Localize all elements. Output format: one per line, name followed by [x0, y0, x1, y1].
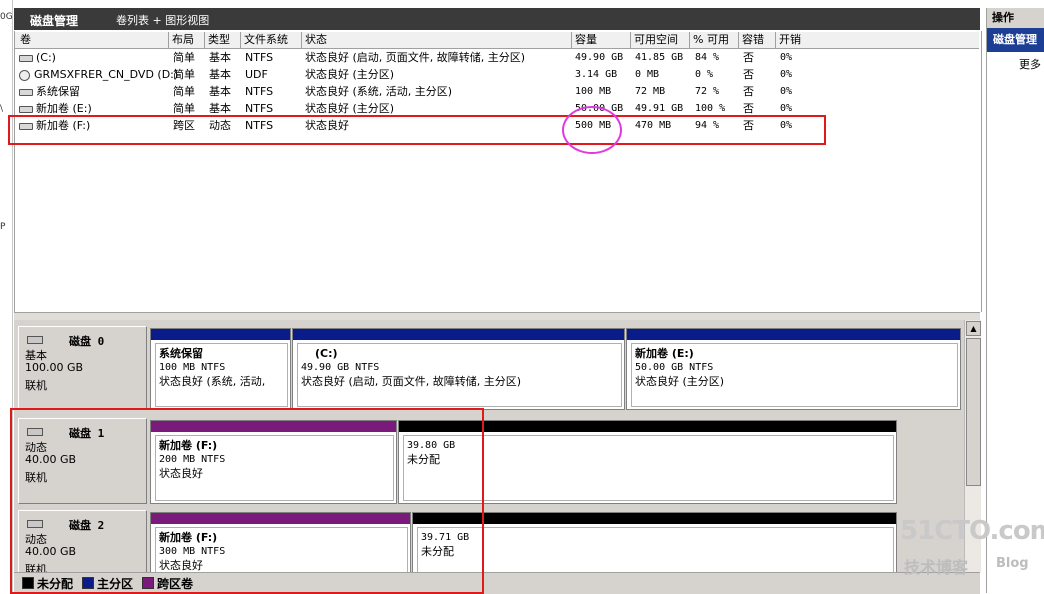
column-header-volume[interactable]: 卷 — [17, 32, 167, 48]
partition-size: 49.90 GB NTFS — [301, 362, 380, 373]
column-header-type[interactable]: 类型 — [204, 32, 238, 48]
volume-name-cell: GRMSXFRER_CN_DVD (D:) — [19, 66, 178, 83]
disk-name: 磁盘 0 — [69, 335, 105, 348]
disk-state: 联机 — [25, 379, 47, 392]
watermark-subtitle: 技术博客 — [904, 558, 969, 577]
scroll-thumb[interactable] — [966, 338, 981, 486]
volume-fault-cell: 否 — [743, 85, 754, 98]
highlight-box-disks — [10, 408, 484, 594]
watermark-blog: Blog — [996, 556, 1029, 571]
actions-selected-item[interactable]: 磁盘管理 — [987, 28, 1044, 52]
volume-name-cell: 系统保留 — [19, 83, 80, 100]
actions-pane: 操作 磁盘管理 更多 — [986, 8, 1044, 593]
volume-overhead-cell: 0% — [780, 52, 793, 63]
partition-title: (C:) — [315, 347, 338, 360]
partition-status: 状态良好 (系统, 活动, — [159, 375, 266, 388]
highlight-box-volume-f — [8, 115, 826, 145]
column-header-overhead[interactable]: 开销 — [775, 32, 979, 48]
volume-layout-cell: 简单 — [173, 51, 195, 64]
disk-icon — [27, 336, 43, 344]
volume-fs-cell: UDF — [245, 68, 268, 81]
volume-type-cell: 基本 — [209, 68, 231, 81]
cd-drive-icon — [19, 69, 30, 81]
console-title-bar: 磁盘管理 卷列表 + 图形视图 — [14, 8, 980, 30]
column-header-free-space[interactable]: 可用空间 — [630, 32, 688, 48]
partition-type-bar — [293, 329, 624, 340]
partition-type-bar — [627, 329, 960, 340]
disk-size: 100.00 GB — [25, 361, 84, 374]
volume-pct-cell: 0 % — [695, 69, 714, 80]
partition[interactable]: 系统保留 100 MB NTFS 状态良好 (系统, 活动, — [150, 328, 291, 410]
drive-icon — [19, 105, 33, 113]
volume-name: GRMSXFRER_CN_DVD (D:) — [34, 68, 179, 81]
partition-status: 状态良好 (主分区) — [635, 375, 725, 388]
column-header-status[interactable]: 状态 — [301, 32, 569, 48]
volume-status-cell: 状态良好 (系统, 活动, 主分区) — [305, 85, 453, 98]
column-header-capacity[interactable]: 容量 — [571, 32, 629, 48]
left-pane-text: \ — [0, 104, 4, 114]
volume-row[interactable]: GRMSXFRER_CN_DVD (D:) 简单 基本 UDF 状态良好 (主分区) 3.… — [15, 66, 979, 83]
volume-overhead-cell: 0% — [780, 86, 793, 97]
column-header-percent-free[interactable]: % 可用 — [689, 32, 737, 48]
watermark-logo-text: 51CTO.com — [900, 516, 1044, 546]
volume-pct-cell: 72 % — [695, 86, 720, 97]
partition-size: 100 MB NTFS — [159, 362, 226, 373]
volume-row[interactable]: (C:) 简单 基本 NTFS 状态良好 (启动, 页面文件, 故障转储, 主分区) 49… — [15, 49, 979, 66]
watermark: 51CTO.com 技术博客 Blog — [898, 516, 1044, 586]
volume-name: 系统保留 — [36, 85, 80, 98]
volume-name-cell: (C:) — [19, 49, 56, 66]
scroll-up-icon[interactable]: ▲ — [966, 321, 981, 336]
volume-pct-cell: 84 % — [695, 52, 720, 63]
partition-title: 系统保留 — [159, 347, 203, 360]
left-pane-text: 0G — [0, 12, 13, 22]
volume-capacity-cell: 3.14 GB — [575, 69, 618, 80]
column-header-filesystem[interactable]: 文件系统 — [240, 32, 298, 48]
volume-free-cell: 0 MB — [635, 69, 660, 80]
volume-overhead-cell: 0% — [780, 69, 793, 80]
console-title: 磁盘管理 — [30, 14, 79, 28]
volume-name: 新加卷 (E:) — [36, 102, 92, 115]
partition[interactable]: (C:) 49.90 GB NTFS 状态良好 (启动, 页面文件, 故障转储,… — [292, 328, 625, 410]
disk-label[interactable]: 磁盘 0 基本 100.00 GB 联机 — [18, 326, 147, 410]
volume-name: (C:) — [36, 51, 56, 64]
volume-type-cell: 基本 — [209, 85, 231, 98]
volume-capacity-cell: 49.90 GB — [575, 52, 624, 63]
drive-icon — [19, 54, 33, 62]
drive-icon — [19, 88, 33, 96]
volume-fs-cell: NTFS — [245, 51, 274, 64]
partition-type-bar — [151, 329, 290, 340]
volume-free-cell: 72 MB — [635, 86, 666, 97]
partition-title: 新加卷 (E:) — [635, 347, 694, 360]
view-mode-label: 卷列表 + 图形视图 — [116, 14, 210, 27]
volume-status-cell: 状态良好 (主分区) — [305, 68, 395, 81]
partition[interactable]: 新加卷 (E:) 50.00 GB NTFS 状态良好 (主分区) — [626, 328, 961, 410]
volume-fs-cell: NTFS — [245, 85, 274, 98]
actions-header: 操作 — [987, 8, 1044, 28]
partition-size: 50.00 GB NTFS — [635, 362, 714, 373]
volume-layout-cell: 简单 — [173, 85, 195, 98]
volume-layout-cell: 简单 — [173, 68, 195, 81]
partition-type-bar — [413, 513, 896, 524]
volume-capacity-cell: 100 MB — [575, 86, 612, 97]
volume-list-header: 卷 布局 类型 文件系统 状态 容量 可用空间 % 可用 容错 开销 — [15, 32, 979, 49]
partition-status: 未分配 — [421, 545, 454, 558]
column-header-layout[interactable]: 布局 — [168, 32, 202, 48]
partition-status: 状态良好 (启动, 页面文件, 故障转储, 主分区) — [301, 375, 522, 388]
volume-list: 卷 布局 类型 文件系统 状态 容量 可用空间 % 可用 容错 开销 (C:) 简… — [14, 31, 982, 312]
partition-size: 39.71 GB — [421, 532, 470, 543]
volume-type-cell: 基本 — [209, 51, 231, 64]
unallocated-space[interactable]: 39.71 GB 未分配 — [412, 512, 897, 572]
volume-free-cell: 41.85 GB — [635, 52, 684, 63]
highlight-circle-capacity — [562, 106, 622, 154]
volume-fault-cell: 否 — [743, 68, 754, 81]
volume-fault-cell: 否 — [743, 51, 754, 64]
more-actions-link[interactable]: 更多 — [1019, 56, 1041, 72]
column-header-fault-tolerance[interactable]: 容错 — [738, 32, 774, 48]
volume-status-cell: 状态良好 (启动, 页面文件, 故障转储, 主分区) — [305, 51, 526, 64]
volume-row[interactable]: 系统保留 简单 基本 NTFS 状态良好 (系统, 活动, 主分区) 100 MB 72 M… — [15, 83, 979, 100]
left-pane-text: P — [0, 222, 6, 232]
disk-row: 磁盘 0 基本 100.00 GB 联机 系统保留 100 MB NTFS 状态… — [14, 326, 964, 412]
